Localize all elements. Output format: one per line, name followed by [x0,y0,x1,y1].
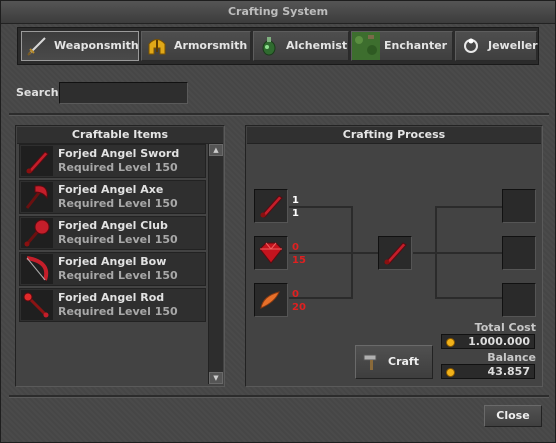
item-level: Required Level 150 [58,305,178,318]
red-sword-icon [260,195,283,218]
tab-label: Enchanter [384,39,448,52]
item-level: Required Level 150 [58,233,178,246]
enchant-icon [352,32,380,60]
connector-line [413,252,503,254]
panel-title: Craftable Items [17,127,223,144]
item-name: Forjed Angel Sword [58,147,180,160]
ingredient-have: 0 [292,242,299,253]
item-name: Forjed Angel Axe [58,183,164,196]
divider [9,395,549,398]
window-title: Crafting System [1,1,555,24]
red-bow-icon [21,254,53,284]
list-item[interactable]: Forjed Angel Sword Required Level 150 [19,144,206,178]
red-sword-icon [21,146,53,176]
ingredient-need: 1 [292,208,299,219]
scroll-up-icon[interactable]: ▲ [209,144,223,156]
tab-label: Weaponsmith [54,39,139,52]
tab-label: Alchemist [286,39,348,52]
red-club-icon [21,218,53,248]
ingredient-slot[interactable] [254,283,288,317]
item-level: Required Level 150 [58,197,178,210]
crafting-window: Crafting System Weaponsmith Armorsmith A… [0,0,556,443]
ingredient-have: 1 [292,195,299,206]
connector-line [289,252,379,254]
helmet-icon [148,39,166,55]
craftable-items-panel: Craftable Items Forjed Angel Sword Requi… [15,125,225,387]
item-level: Required Level 150 [58,269,178,282]
scroll-down-icon[interactable]: ▼ [209,372,223,384]
profession-tabs: Weaponsmith Armorsmith Alchemist Enchant… [17,27,539,65]
balance-label: Balance [487,351,536,364]
total-cost-value: 1.000.000 [468,335,530,348]
total-cost-field: 1.000.000 [441,334,535,349]
output-slot[interactable] [502,283,536,317]
balance-value: 43.857 [487,365,530,378]
craft-label: Craft [388,355,419,368]
list-item[interactable]: Forjed Angel Axe Required Level 150 [19,180,206,214]
craft-button[interactable]: Craft [355,345,433,379]
output-slot[interactable] [502,189,536,223]
ingredient-slot[interactable] [254,236,288,270]
list-item[interactable]: Forjed Angel Bow Required Level 150 [19,252,206,286]
divider [9,113,549,116]
ingredient-need: 20 [292,302,306,313]
potion-icon [262,37,276,56]
jewel-icon [464,38,478,53]
tab-jeweller[interactable]: Jeweller [455,31,538,61]
ingredient-need: 15 [292,255,306,266]
connector-line [435,206,437,298]
item-level: Required Level 150 [58,161,178,174]
ingredient-have: 0 [292,289,299,300]
tab-armorsmith[interactable]: Armorsmith [141,31,251,61]
total-cost-label: Total Cost [474,321,536,334]
item-name: Forjed Angel Club [58,219,168,232]
close-button[interactable]: Close [484,405,542,427]
panel-title: Crafting Process [247,127,541,144]
ruby-icon [259,242,283,264]
item-name: Forjed Angel Rod [58,291,165,304]
coin-icon [446,338,455,347]
red-sword-icon [384,242,407,265]
red-axe-icon [21,182,53,212]
item-name: Forjed Angel Bow [58,255,167,268]
flame-feather-icon [260,291,280,309]
search-label: Search [16,86,59,99]
list-scrollbar[interactable]: ▲ ▼ [208,144,223,384]
list-item[interactable]: Forjed Angel Rod Required Level 150 [19,288,206,322]
red-rod-icon [21,290,53,320]
connector-line [435,297,503,299]
connector-line [435,206,503,208]
coin-icon [446,368,455,377]
balance-field: 43.857 [441,364,535,379]
search-input[interactable] [59,82,188,104]
tab-weaponsmith[interactable]: Weaponsmith [21,31,139,61]
tab-alchemist[interactable]: Alchemist [253,31,349,61]
tab-enchanter[interactable]: Enchanter [351,31,453,61]
list-item[interactable]: Forjed Angel Club Required Level 150 [19,216,206,250]
ingredient-slot[interactable] [254,189,288,223]
hammer-icon [363,354,377,370]
sword-icon [27,37,46,56]
result-slot[interactable] [378,236,412,270]
tab-label: Armorsmith [174,39,248,52]
tab-label: Jeweller [488,39,538,52]
output-slot[interactable] [502,236,536,270]
